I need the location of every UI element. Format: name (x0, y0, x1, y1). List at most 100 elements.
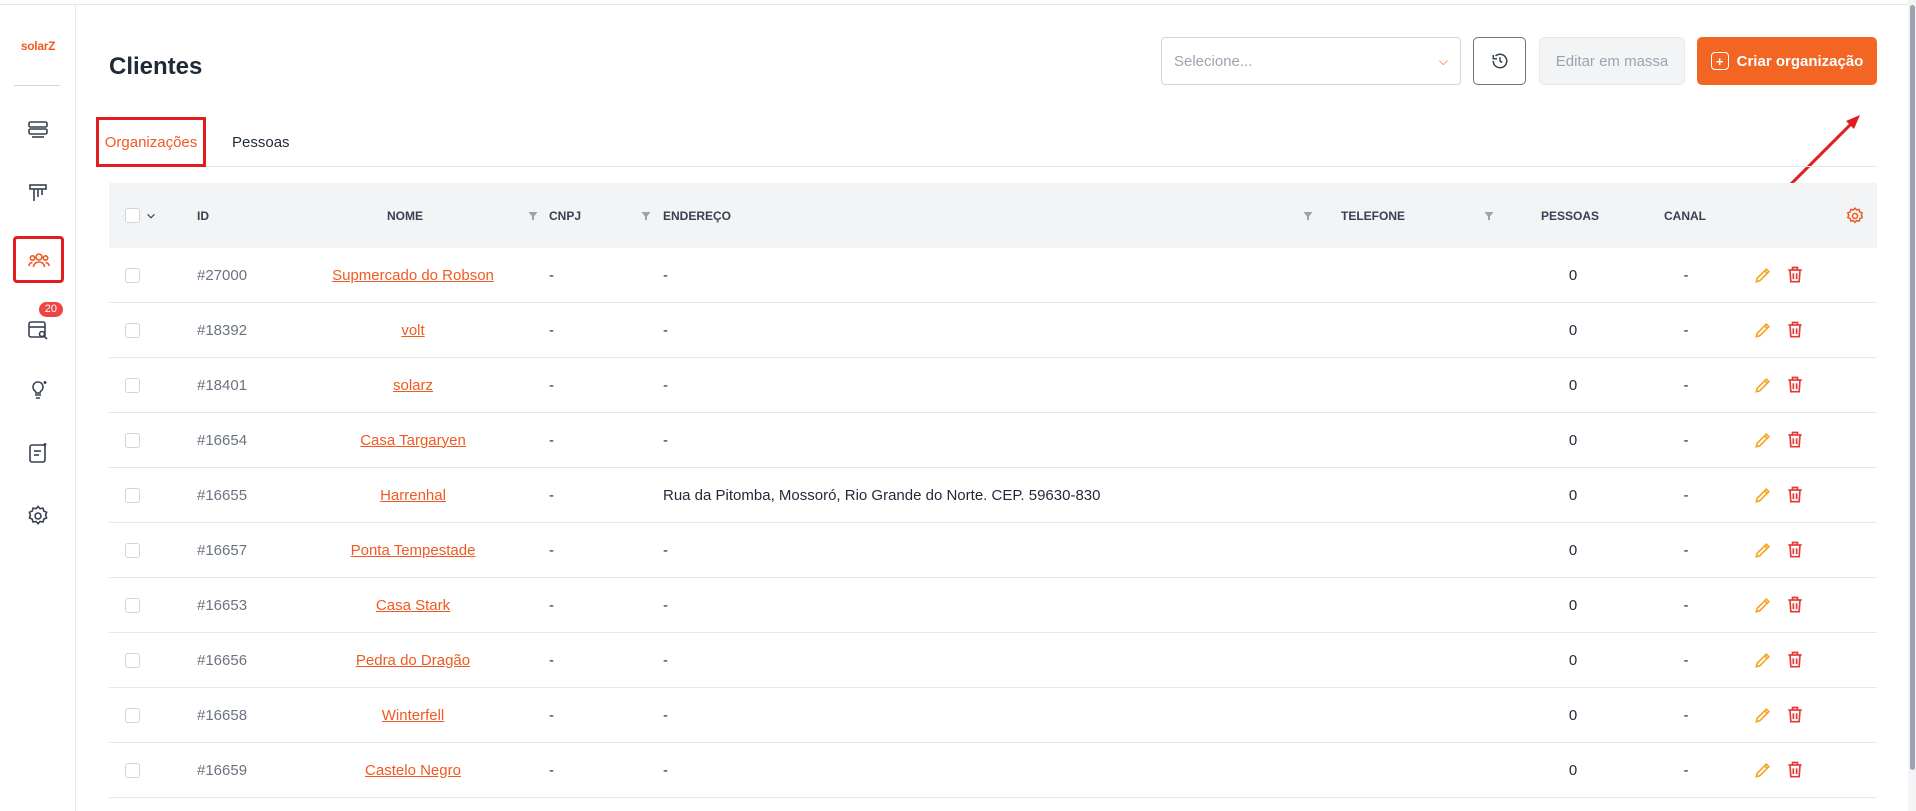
cell-id: #27000 (197, 266, 248, 284)
column-header-nome: NOME (387, 208, 423, 223)
edit-pencil-icon[interactable] (1753, 540, 1773, 560)
sidebar-item-kanban[interactable] (16, 171, 60, 215)
cell-canal: - (1683, 651, 1689, 669)
cell-nome-link[interactable]: Casa Targaryen (360, 432, 466, 449)
page-title: Clientes (109, 53, 203, 80)
cell-nome-link[interactable]: volt (401, 322, 424, 339)
dashboard-icon (28, 121, 48, 138)
row-checkbox[interactable] (125, 707, 140, 723)
table-row[interactable]: #18392 volt - - 0 - (109, 303, 1877, 358)
delete-trash-icon[interactable] (1785, 595, 1805, 615)
delete-trash-icon[interactable] (1785, 705, 1805, 725)
cell-cnpj: - (549, 376, 554, 394)
cell-endereco: - (663, 431, 668, 449)
delete-trash-icon[interactable] (1785, 430, 1805, 450)
table-row[interactable]: #27000 Supmercado do Robson - - 0 - (109, 248, 1877, 303)
delete-trash-icon[interactable] (1785, 540, 1805, 560)
cell-nome-link[interactable]: Castelo Negro (365, 762, 461, 779)
filter-cnpj-icon[interactable] (640, 183, 652, 248)
edit-pencil-icon[interactable] (1753, 595, 1773, 615)
delete-trash-icon[interactable] (1785, 650, 1805, 670)
row-checkbox[interactable] (125, 432, 140, 448)
row-checkbox[interactable] (125, 267, 140, 283)
cell-nome-link[interactable]: Winterfell (382, 707, 445, 724)
plus-square-icon: + (1710, 52, 1729, 70)
delete-trash-icon[interactable] (1785, 265, 1805, 285)
clients-table: ID NOME CNPJ ENDEREÇO TELEFONE PESSOAS C… (109, 183, 1877, 798)
column-header-endereco: ENDEREÇO (663, 208, 732, 223)
clients-icon (27, 252, 50, 267)
table-body: #27000 Supmercado do Robson - - 0 - #183… (109, 248, 1877, 798)
delete-trash-icon[interactable] (1785, 760, 1805, 780)
cell-endereco: - (663, 541, 668, 559)
gear-icon (28, 505, 48, 525)
edit-pencil-icon[interactable] (1753, 265, 1773, 285)
sidebar-item-ideas[interactable] (16, 368, 60, 412)
edit-pencil-icon[interactable] (1753, 320, 1773, 340)
cell-pessoas: 0 (1568, 431, 1578, 449)
cell-nome-link[interactable]: solarz (393, 377, 433, 394)
scrollbar-thumb[interactable] (1910, 5, 1915, 770)
table-row[interactable]: #16658 Winterfell - - 0 - (109, 688, 1877, 743)
cell-nome-link[interactable]: Supmercado do Robson (332, 267, 494, 284)
history-icon (1492, 53, 1507, 69)
edit-pencil-icon[interactable] (1753, 375, 1773, 395)
sidebar-item-settings[interactable] (16, 494, 60, 538)
column-settings-icon[interactable] (1845, 183, 1865, 248)
edit-pencil-icon[interactable] (1753, 485, 1773, 505)
table-row[interactable]: #18401 solarz - - 0 - (109, 358, 1877, 413)
edit-pencil-icon[interactable] (1753, 430, 1773, 450)
filter-select[interactable]: Selecione... ⌵ (1161, 37, 1461, 85)
table-row[interactable]: #16659 Castelo Negro - - 0 - (109, 743, 1877, 798)
cell-endereco: - (663, 376, 668, 394)
filter-nome-icon[interactable] (527, 183, 539, 248)
tab-pessoas[interactable]: Pessoas (232, 117, 290, 167)
row-checkbox[interactable] (125, 377, 140, 393)
table-row[interactable]: #16657 Ponta Tempestade - - 0 - (109, 523, 1877, 578)
row-checkbox[interactable] (125, 487, 140, 503)
filter-endereco-icon[interactable] (1302, 183, 1314, 248)
edit-pencil-icon[interactable] (1753, 650, 1773, 670)
tab-organizacoes[interactable]: Organizações (96, 117, 206, 167)
sidebar-item-calendar[interactable]: 20 (16, 302, 63, 351)
sidebar-divider (14, 85, 60, 86)
table-row[interactable]: #16654 Casa Targaryen - - 0 - (109, 413, 1877, 468)
history-button[interactable] (1473, 37, 1526, 85)
cell-nome-link[interactable]: Pedra do Dragão (356, 652, 470, 669)
edit-pencil-icon[interactable] (1753, 705, 1773, 725)
delete-trash-icon[interactable] (1785, 375, 1805, 395)
cell-id: #18392 (197, 321, 248, 339)
app-logo[interactable]: solarZ (0, 39, 76, 53)
table-row[interactable]: #16655 Harrenhal - Rua da Pitomba, Mosso… (109, 468, 1877, 523)
sidebar-item-dashboard[interactable] (16, 108, 60, 152)
cell-pessoas: 0 (1568, 596, 1578, 614)
cell-pessoas: 0 (1568, 651, 1578, 669)
sidebar-item-clients[interactable] (13, 236, 64, 283)
chevron-down-icon[interactable] (144, 209, 158, 223)
sidebar-item-documents[interactable] (16, 431, 60, 475)
edit-pencil-icon[interactable] (1753, 760, 1773, 780)
cell-id: #16653 (197, 596, 248, 614)
cell-pessoas: 0 (1568, 706, 1578, 724)
table-row[interactable]: #16656 Pedra do Dragão - - 0 - (109, 633, 1877, 688)
row-checkbox[interactable] (125, 762, 140, 778)
cell-canal: - (1683, 541, 1689, 559)
row-checkbox[interactable] (125, 542, 140, 558)
cell-nome-link[interactable]: Ponta Tempestade (351, 542, 476, 559)
row-checkbox[interactable] (125, 322, 140, 338)
filter-telefone-icon[interactable] (1483, 183, 1495, 248)
select-all-checkbox[interactable] (125, 208, 140, 223)
delete-trash-icon[interactable] (1785, 320, 1805, 340)
bulk-edit-button[interactable]: Editar em massa (1539, 37, 1685, 85)
table-row[interactable]: #16653 Casa Stark - - 0 - (109, 578, 1877, 633)
cell-canal: - (1683, 321, 1689, 339)
cell-cnpj: - (549, 321, 554, 339)
delete-trash-icon[interactable] (1785, 485, 1805, 505)
row-checkbox[interactable] (125, 652, 140, 668)
create-organization-button[interactable]: + Criar organização (1697, 37, 1877, 85)
select-placeholder: Selecione... (1174, 52, 1253, 70)
cell-endereco: - (663, 596, 668, 614)
cell-nome-link[interactable]: Harrenhal (380, 487, 446, 504)
cell-nome-link[interactable]: Casa Stark (376, 597, 450, 614)
row-checkbox[interactable] (125, 597, 140, 613)
